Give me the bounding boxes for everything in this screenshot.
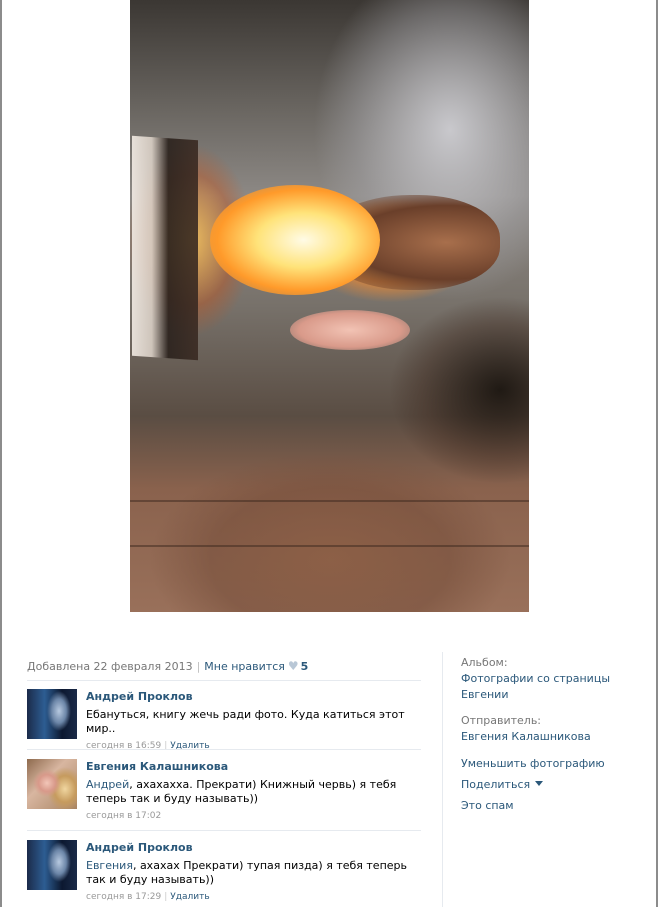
comment-text: Ебануться, книгу жечь ради фото. Куда ка… [86,708,421,736]
added-date: Добавлена 22 февраля 2013 [27,660,193,673]
comment-text-content: , ахахах Прекрати) тупая пизда) я тебя т… [86,859,408,886]
avatar[interactable] [27,759,77,809]
chevron-down-icon[interactable] [535,781,544,786]
report-spam-link[interactable]: Это спам [461,798,651,814]
sender-label: Отправитель: [461,714,542,727]
photo-flame [210,185,380,295]
heart-icon[interactable]: ♥ [288,659,299,673]
comment-author[interactable]: Андрей Проклов [86,689,421,705]
sender-link[interactable]: Евгения Калашникова [461,729,651,745]
album-label: Альбом: [461,656,508,669]
comment-text: Евгения, ахахах Прекрати) тупая пизда) я… [86,859,421,887]
reduce-photo-link[interactable]: Уменьшить фотографию [461,756,651,772]
avatar[interactable] [27,689,77,739]
comment-footer: сегодня в 17:02 [86,810,421,822]
comment-time: сегодня в 17:02 [86,811,162,821]
avatar[interactable] [27,840,77,890]
divider [27,749,421,750]
comment-text-content: , ахахахха. Прекрати) Книжный червь) я т… [86,778,397,805]
comment-text-content: Ебануться, книгу жечь ради фото. Куда ка… [86,708,405,735]
comment-body: Андрей Проклов Ебануться, книгу жечь рад… [86,689,421,752]
mention-link[interactable]: Андрей [86,778,129,791]
share-label[interactable]: Поделиться [461,778,530,791]
share-link[interactable]: Поделиться [461,777,651,793]
like-count[interactable]: 5 [301,660,309,673]
photo-detail-line [130,500,529,502]
window-border-left [0,0,2,907]
comment-body: Евгения Калашникова Андрей, ахахахха. Пр… [86,759,421,822]
photo-sidebar: Альбом: Фотографии со страницы Евгении От… [461,655,651,814]
divider [27,680,421,681]
album-link-line2[interactable]: Евгении [461,688,508,701]
comment-time: сегодня в 17:29 [86,892,162,902]
photo-book [132,135,198,361]
photo-arm [290,310,410,350]
comment-text: Андрей, ахахахха. Прекрати) Книжный черв… [86,778,421,806]
like-button[interactable]: Мне нравится [204,660,285,673]
album-link[interactable]: Фотографии со страницы Евгении [461,671,651,703]
footer-separator: | [164,892,168,902]
delete-comment-link[interactable]: Удалить [170,892,209,902]
comment-footer: сегодня в 17:29 | Удалить [86,891,421,903]
comment-body: Андрей Проклов Евгения, ахахах Прекрати)… [86,840,421,903]
meta-separator: | [196,660,201,673]
divider [27,830,421,831]
column-divider [442,652,443,907]
album-link-line1[interactable]: Фотографии со страницы [461,672,610,685]
photo-image[interactable] [130,0,529,612]
comment-author[interactable]: Андрей Проклов [86,840,421,856]
photo-detail-line [130,545,529,547]
comment-footer: сегодня в 16:59 | Удалить [86,740,421,752]
mention-link[interactable]: Евгения [86,859,133,872]
photo-meta: Добавлена 22 февраля 2013 | Мне нравится ♥ 5 [27,659,308,673]
comment-author[interactable]: Евгения Калашникова [86,759,421,775]
